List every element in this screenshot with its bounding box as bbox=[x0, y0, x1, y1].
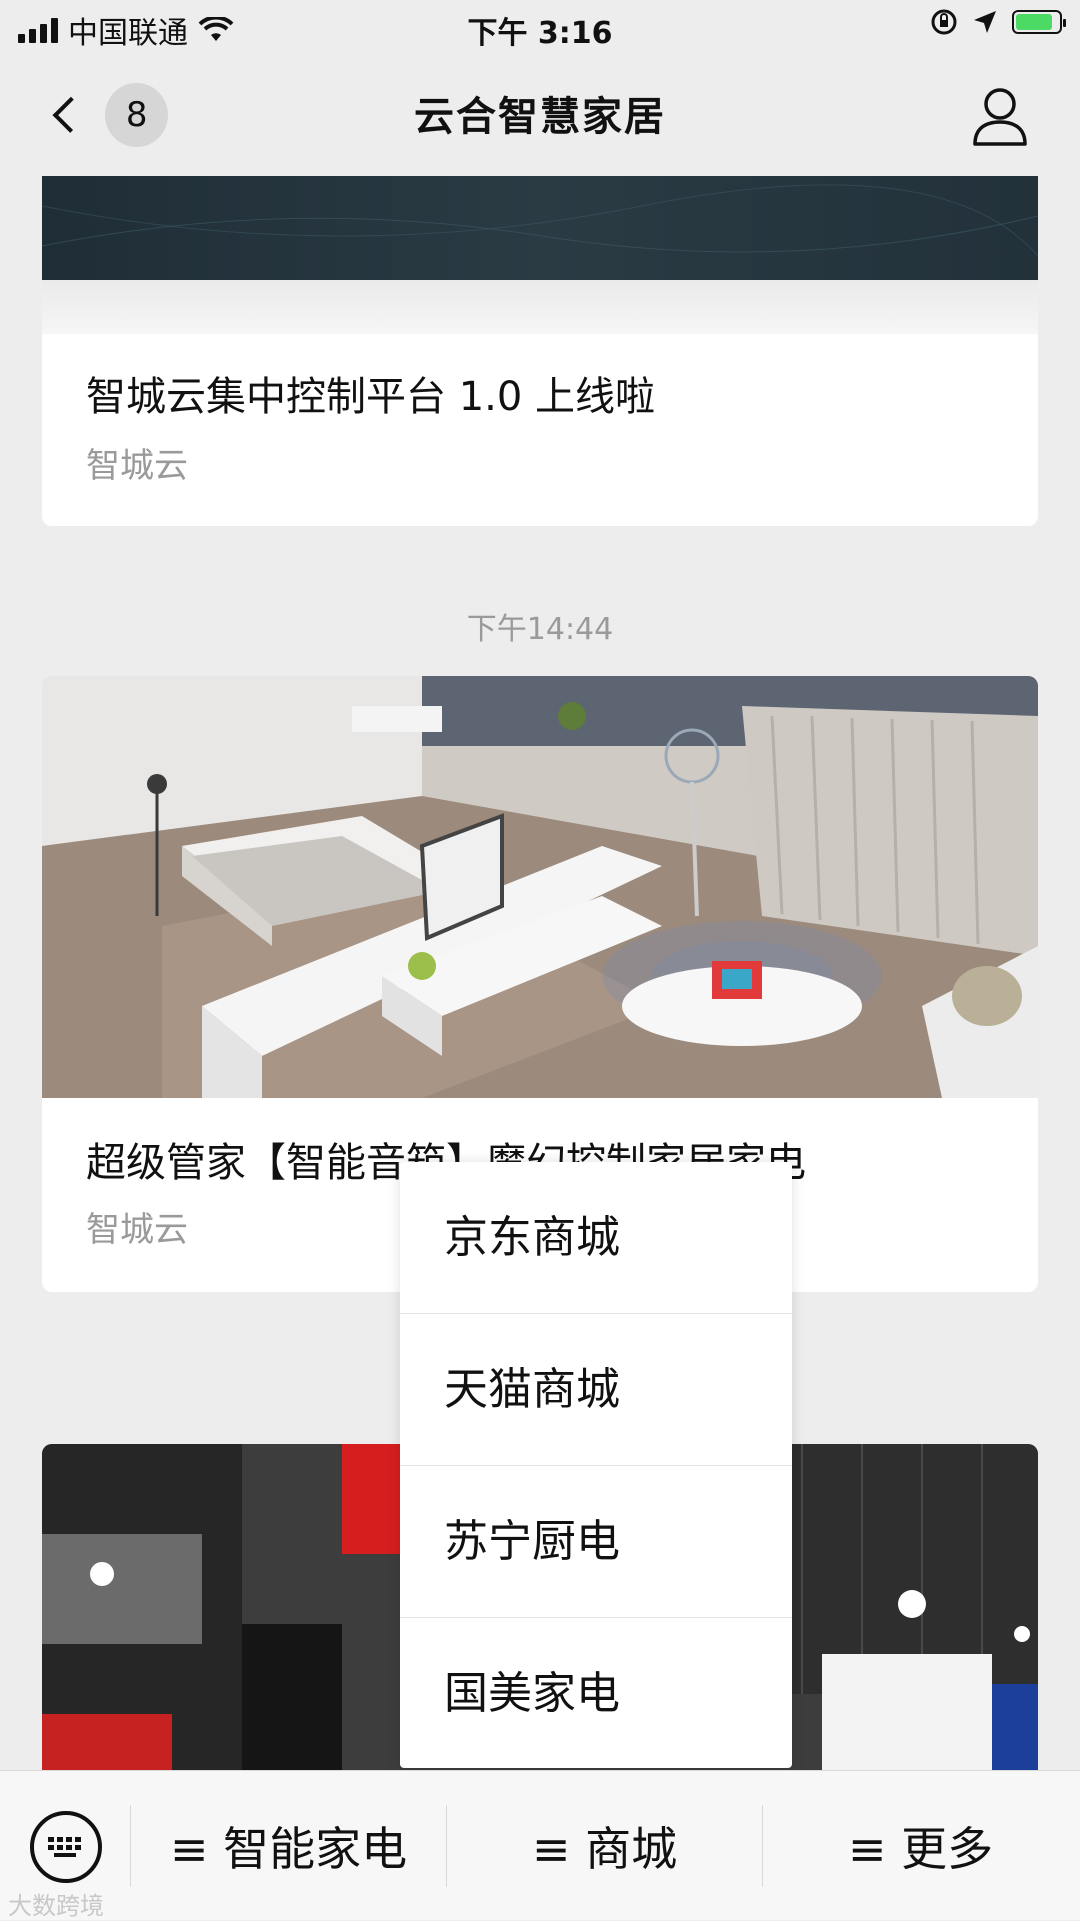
article-image bbox=[42, 676, 1038, 1098]
battery-icon bbox=[1012, 10, 1066, 34]
article-source: 智城云 bbox=[86, 1210, 188, 1250]
menu-item-suning[interactable]: 苏宁厨电 bbox=[400, 1466, 792, 1618]
menu-item-jd[interactable]: 京东商城 bbox=[400, 1162, 792, 1314]
article-image bbox=[42, 176, 1038, 280]
menu-item-gome[interactable]: 国美家电 bbox=[400, 1618, 792, 1770]
status-time: 下午 3:16 bbox=[467, 16, 613, 51]
status-right bbox=[930, 8, 1066, 36]
menu-more[interactable]: ≡ 更多 bbox=[763, 1771, 1078, 1921]
status-bar: 中国联通 下午 3:16 bbox=[0, 0, 1080, 54]
bottom-menu-bar: ≡ 智能家电 ≡ 商城 ≡ 更多 bbox=[0, 1770, 1080, 1920]
article-title: 智城云集中控制平台 1.0 上线啦 bbox=[86, 374, 656, 420]
menu-item-tmall[interactable]: 天猫商城 bbox=[400, 1314, 792, 1466]
keyboard-icon[interactable] bbox=[30, 1811, 102, 1883]
image-fade bbox=[42, 280, 1038, 334]
article-source: 智城云 bbox=[86, 446, 188, 486]
profile-icon[interactable] bbox=[972, 84, 1028, 148]
nav-bar: 8 云合智慧家居 bbox=[0, 54, 1080, 174]
menu-mall[interactable]: ≡ 商城 bbox=[447, 1771, 762, 1921]
location-icon bbox=[974, 11, 996, 33]
popup-menu: 京东商城 天猫商城 苏宁厨电 国美家电 bbox=[400, 1162, 792, 1768]
page-title: 云合智慧家居 bbox=[414, 94, 666, 140]
watermark: 大数跨境 bbox=[8, 1892, 104, 1920]
menu-smart-appliances[interactable]: ≡ 智能家电 bbox=[131, 1771, 446, 1921]
rotation-lock-icon bbox=[931, 9, 957, 35]
message-timestamp: 下午14:44 bbox=[466, 612, 614, 647]
article-card[interactable]: 智城云集中控制平台 1.0 上线啦 智城云 bbox=[42, 176, 1038, 526]
